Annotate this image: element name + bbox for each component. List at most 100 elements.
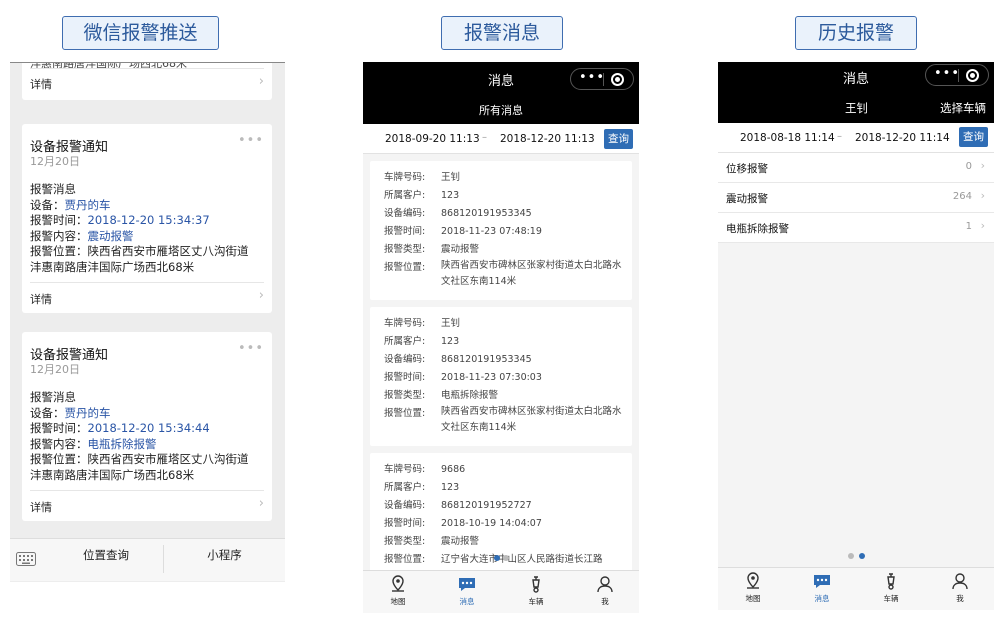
more-icon[interactable]: ••• xyxy=(934,66,960,81)
close-icon[interactable] xyxy=(611,73,624,86)
query-button[interactable]: 查询 xyxy=(604,129,633,149)
location-label: 报警位置: xyxy=(384,408,426,419)
partial-card-detail-link[interactable]: 详情 xyxy=(30,76,52,92)
select-vehicle-button[interactable]: 选择车辆 xyxy=(940,100,986,116)
tab-label: 地图 xyxy=(390,597,406,606)
location-value: 陕西省西安市碑林区张家村街道太白北路水文社区东南114米 xyxy=(441,260,622,287)
keyboard-icon[interactable] xyxy=(16,551,36,570)
alarm-type-name: 电瓶拆除报警 xyxy=(726,223,789,235)
device-value: 贾丹的车 xyxy=(64,197,111,212)
message-item[interactable]: 车牌号码: 王钊 所属客户: 123 设备编码: 868120191953345 报警… xyxy=(370,307,632,446)
tab-me[interactable]: 我 xyxy=(926,571,994,604)
time-value: 2018-12-20 15:34:37 xyxy=(87,213,210,227)
tab-messages[interactable]: 消息 xyxy=(433,574,501,607)
page-indicator-dot xyxy=(848,553,854,559)
device-value: 贾丹的车 xyxy=(64,405,111,420)
mini-program-capsule[interactable]: ••• xyxy=(925,64,989,86)
tab-me[interactable]: 我 xyxy=(571,574,639,607)
user-icon xyxy=(952,573,968,590)
alarm-notification-card[interactable]: 设备报警通知 12月20日 ••• 报警消息 设备：贾丹的车 报警时间：2018… xyxy=(22,332,272,521)
card-body: 报警消息 设备：贾丹的车 报警时间：2018-12-20 15:34:37 报警… xyxy=(30,182,266,275)
date-range-bar: 2018-09-20 11:13 – 2018-12-20 11:13 查询 xyxy=(363,124,639,154)
chevron-right-icon: › xyxy=(980,219,985,232)
date-to[interactable]: 2018-12-20 11:14 xyxy=(855,132,950,144)
customer-label: 所属客户: xyxy=(384,482,426,493)
date-range-bar: 2018-08-18 11:14 – 2018-12-20 11:14 查询 xyxy=(718,123,994,153)
page-indicator-dot xyxy=(503,555,509,561)
location-line1: 陕西省西安市雁塔区丈八沟街道 xyxy=(87,452,249,466)
tab-label: 消息 xyxy=(814,594,830,603)
divider xyxy=(10,62,285,63)
plate-value: 王钊 xyxy=(441,318,461,329)
tab-map[interactable]: 地图 xyxy=(364,574,432,607)
time-label: 报警时间： xyxy=(30,421,88,435)
chevron-right-icon: › xyxy=(258,74,264,89)
mini-program-capsule[interactable]: ••• xyxy=(570,68,634,90)
time-label: 报警时间: xyxy=(384,372,426,383)
alarm-history-screen: 消息 ••• 王钊 选择车辆 2018-08-18 11:14 – 2018-1… xyxy=(718,62,994,610)
device-code-label: 设备编码: xyxy=(384,500,426,511)
scooter-icon xyxy=(887,573,895,590)
time-label: 报警时间: xyxy=(384,518,426,529)
plate-label: 车牌号码: xyxy=(384,318,426,329)
map-pin-icon xyxy=(392,575,404,592)
device-code-value: 868120191953345 xyxy=(441,208,532,219)
current-vehicle: 王钊 xyxy=(845,101,868,115)
tab-vehicles[interactable]: 车辆 xyxy=(857,571,925,604)
date-to[interactable]: 2018-12-20 11:13 xyxy=(500,133,595,145)
tab-messages[interactable]: 消息 xyxy=(788,571,856,604)
content-label: 报警内容： xyxy=(30,228,88,243)
location-label: 报警位置: xyxy=(384,554,426,565)
time-value: 2018-11-23 07:30:03 xyxy=(441,372,542,383)
chevron-right-icon: › xyxy=(980,189,985,202)
tab-map[interactable]: 地图 xyxy=(719,571,787,604)
card-date: 12月20日 xyxy=(30,155,80,168)
menu-mini-program[interactable]: 小程序 xyxy=(164,547,285,563)
location-label: 报警位置： xyxy=(30,244,88,258)
date-from[interactable]: 2018-08-18 11:14 xyxy=(740,132,835,144)
location-line2: 沣惠南路唐沣国际广场西北68米 xyxy=(30,467,195,482)
scooter-icon xyxy=(532,576,540,593)
tab-vehicles[interactable]: 车辆 xyxy=(502,574,570,607)
more-icon[interactable]: ••• xyxy=(579,70,605,85)
close-icon[interactable] xyxy=(966,69,979,82)
type-value: 震动报警 xyxy=(441,536,480,547)
panel-label-alarm-messages: 报警消息 xyxy=(441,16,563,50)
tab-bar: 地图 消息 车辆 我 xyxy=(718,567,994,610)
device-code-value: 868120191953345 xyxy=(441,354,532,365)
chevron-right-icon: › xyxy=(980,159,985,172)
card-detail-link[interactable]: 详情 xyxy=(30,499,52,515)
tab-label: 我 xyxy=(956,594,964,603)
time-label: 报警时间: xyxy=(384,226,426,237)
card-body: 报警消息 设备：贾丹的车 报警时间：2018-12-20 15:34:44 报警… xyxy=(30,390,266,483)
subtitle-all-messages[interactable]: 所有消息 xyxy=(363,102,639,118)
date-from[interactable]: 2018-09-20 11:13 xyxy=(385,133,480,145)
menu-location-query[interactable]: 位置查询 xyxy=(50,547,162,563)
alarm-count: 1 xyxy=(965,221,972,232)
time-value: 2018-10-19 14:04:07 xyxy=(441,518,542,529)
more-icon[interactable]: ••• xyxy=(238,341,264,356)
card-heading: 报警消息 xyxy=(30,182,76,196)
location-line2: 沣惠南路唐沣国际广场西北68米 xyxy=(30,259,195,274)
alarm-type-row[interactable]: 位移报警 0 › xyxy=(718,153,994,183)
device-label: 设备： xyxy=(30,405,65,420)
alarm-notification-card[interactable]: 设备报警通知 12月20日 ••• 报警消息 设备：贾丹的车 报警时间：2018… xyxy=(22,124,272,313)
alarm-type-row[interactable]: 电瓶拆除报警 1 › xyxy=(718,213,994,243)
date-separator: – xyxy=(482,132,487,143)
alarm-count: 0 xyxy=(965,161,972,172)
tab-bar: 地图 消息 车辆 我 xyxy=(363,570,639,613)
alarm-type-name: 位移报警 xyxy=(726,163,768,175)
nav-bar: 消息 ••• 所有消息 xyxy=(363,62,639,124)
customer-label: 所属客户: xyxy=(384,190,426,201)
type-label: 报警类型: xyxy=(384,536,426,547)
message-item[interactable]: 车牌号码: 王钊 所属客户: 123 设备编码: 868120191953345 报警… xyxy=(370,161,632,300)
card-date: 12月20日 xyxy=(30,363,80,376)
query-button[interactable]: 查询 xyxy=(959,127,988,147)
alarm-type-row[interactable]: 震动报警 264 › xyxy=(718,183,994,213)
chevron-right-icon: › xyxy=(258,288,264,303)
card-detail-link[interactable]: 详情 xyxy=(30,291,52,307)
more-icon[interactable]: ••• xyxy=(238,133,264,148)
tab-label: 车辆 xyxy=(528,597,544,606)
content-value: 震动报警 xyxy=(87,228,134,243)
message-item[interactable]: 车牌号码: 9686 所属客户: 123 设备编码: 868120191952727 … xyxy=(370,453,632,583)
